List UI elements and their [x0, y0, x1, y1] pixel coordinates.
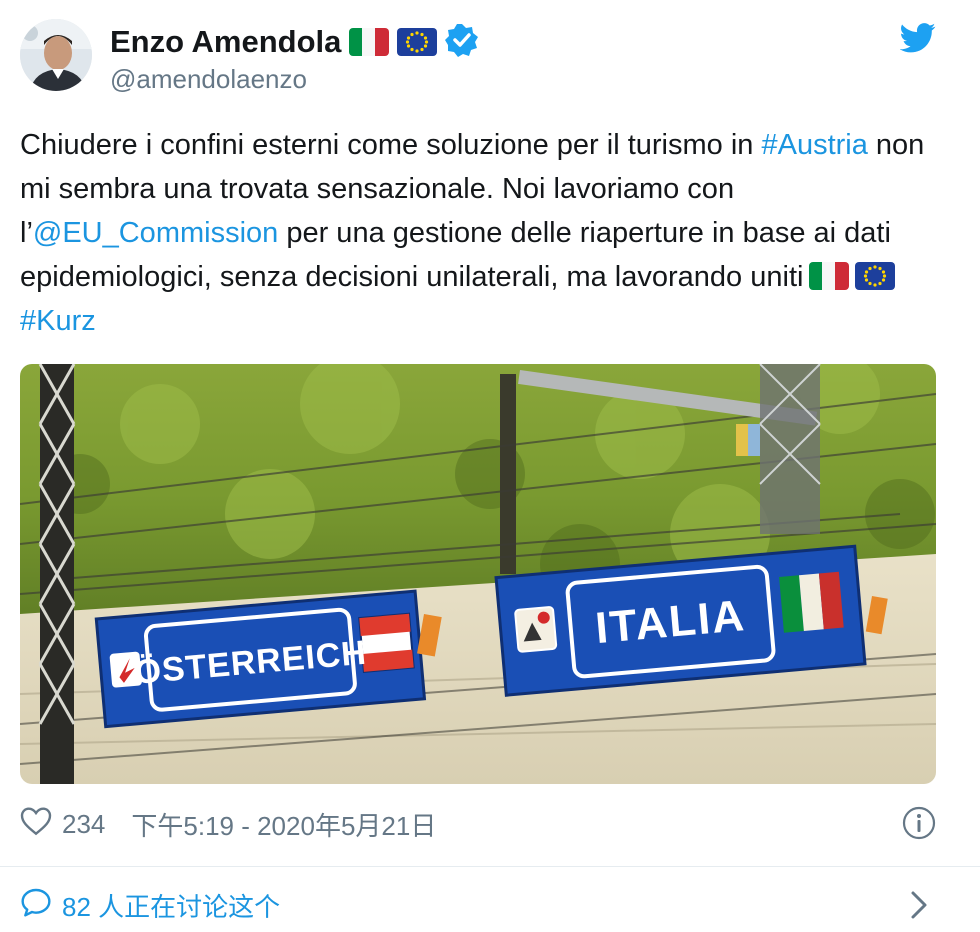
avatar[interactable] — [20, 19, 92, 91]
tweet-meta-row: 234 下午5:19 - 2020年5月21日 — [20, 803, 936, 845]
discussion-link[interactable]: 82 人正在讨论这个 — [20, 884, 936, 926]
user-name[interactable]: Enzo Amendola — [110, 24, 341, 60]
tweet-text: Chiudere i confini esterni come soluzion… — [20, 123, 960, 343]
user-name-row: Enzo Amendola — [110, 22, 479, 62]
eu-flag-icon — [397, 28, 438, 56]
mention-eu-commission-link[interactable]: @EU_Commission — [33, 217, 278, 249]
tweet-text-segment: Chiudere i confini esterni come soluzion… — [20, 129, 762, 161]
twitter-bird-icon[interactable] — [899, 22, 936, 54]
tweet-media-image[interactable]: ÖSTERREICH ITALIA — [20, 364, 936, 784]
eu-flag-icon — [855, 262, 896, 290]
comment-bubble-icon — [20, 887, 52, 924]
user-handle[interactable]: @amendolaenzo — [110, 64, 307, 95]
discussion-label: 82 人正在讨论这个 — [62, 891, 281, 922]
info-icon[interactable] — [902, 806, 936, 840]
italy-flag-icon — [809, 262, 850, 290]
tweet-timestamp[interactable]: 下午5:19 - 2020年5月21日 — [131, 806, 436, 843]
inline-flags — [809, 262, 896, 290]
divider — [0, 866, 980, 867]
hashtag-kurz-link[interactable]: #Kurz — [20, 305, 96, 337]
verified-badge-icon — [445, 23, 479, 62]
heart-icon[interactable] — [20, 806, 52, 843]
chevron-right-icon[interactable] — [910, 890, 928, 920]
italy-flag-icon — [349, 28, 390, 56]
hashtag-austria-link[interactable]: #Austria — [761, 129, 867, 161]
like-count[interactable]: 234 — [62, 809, 105, 840]
